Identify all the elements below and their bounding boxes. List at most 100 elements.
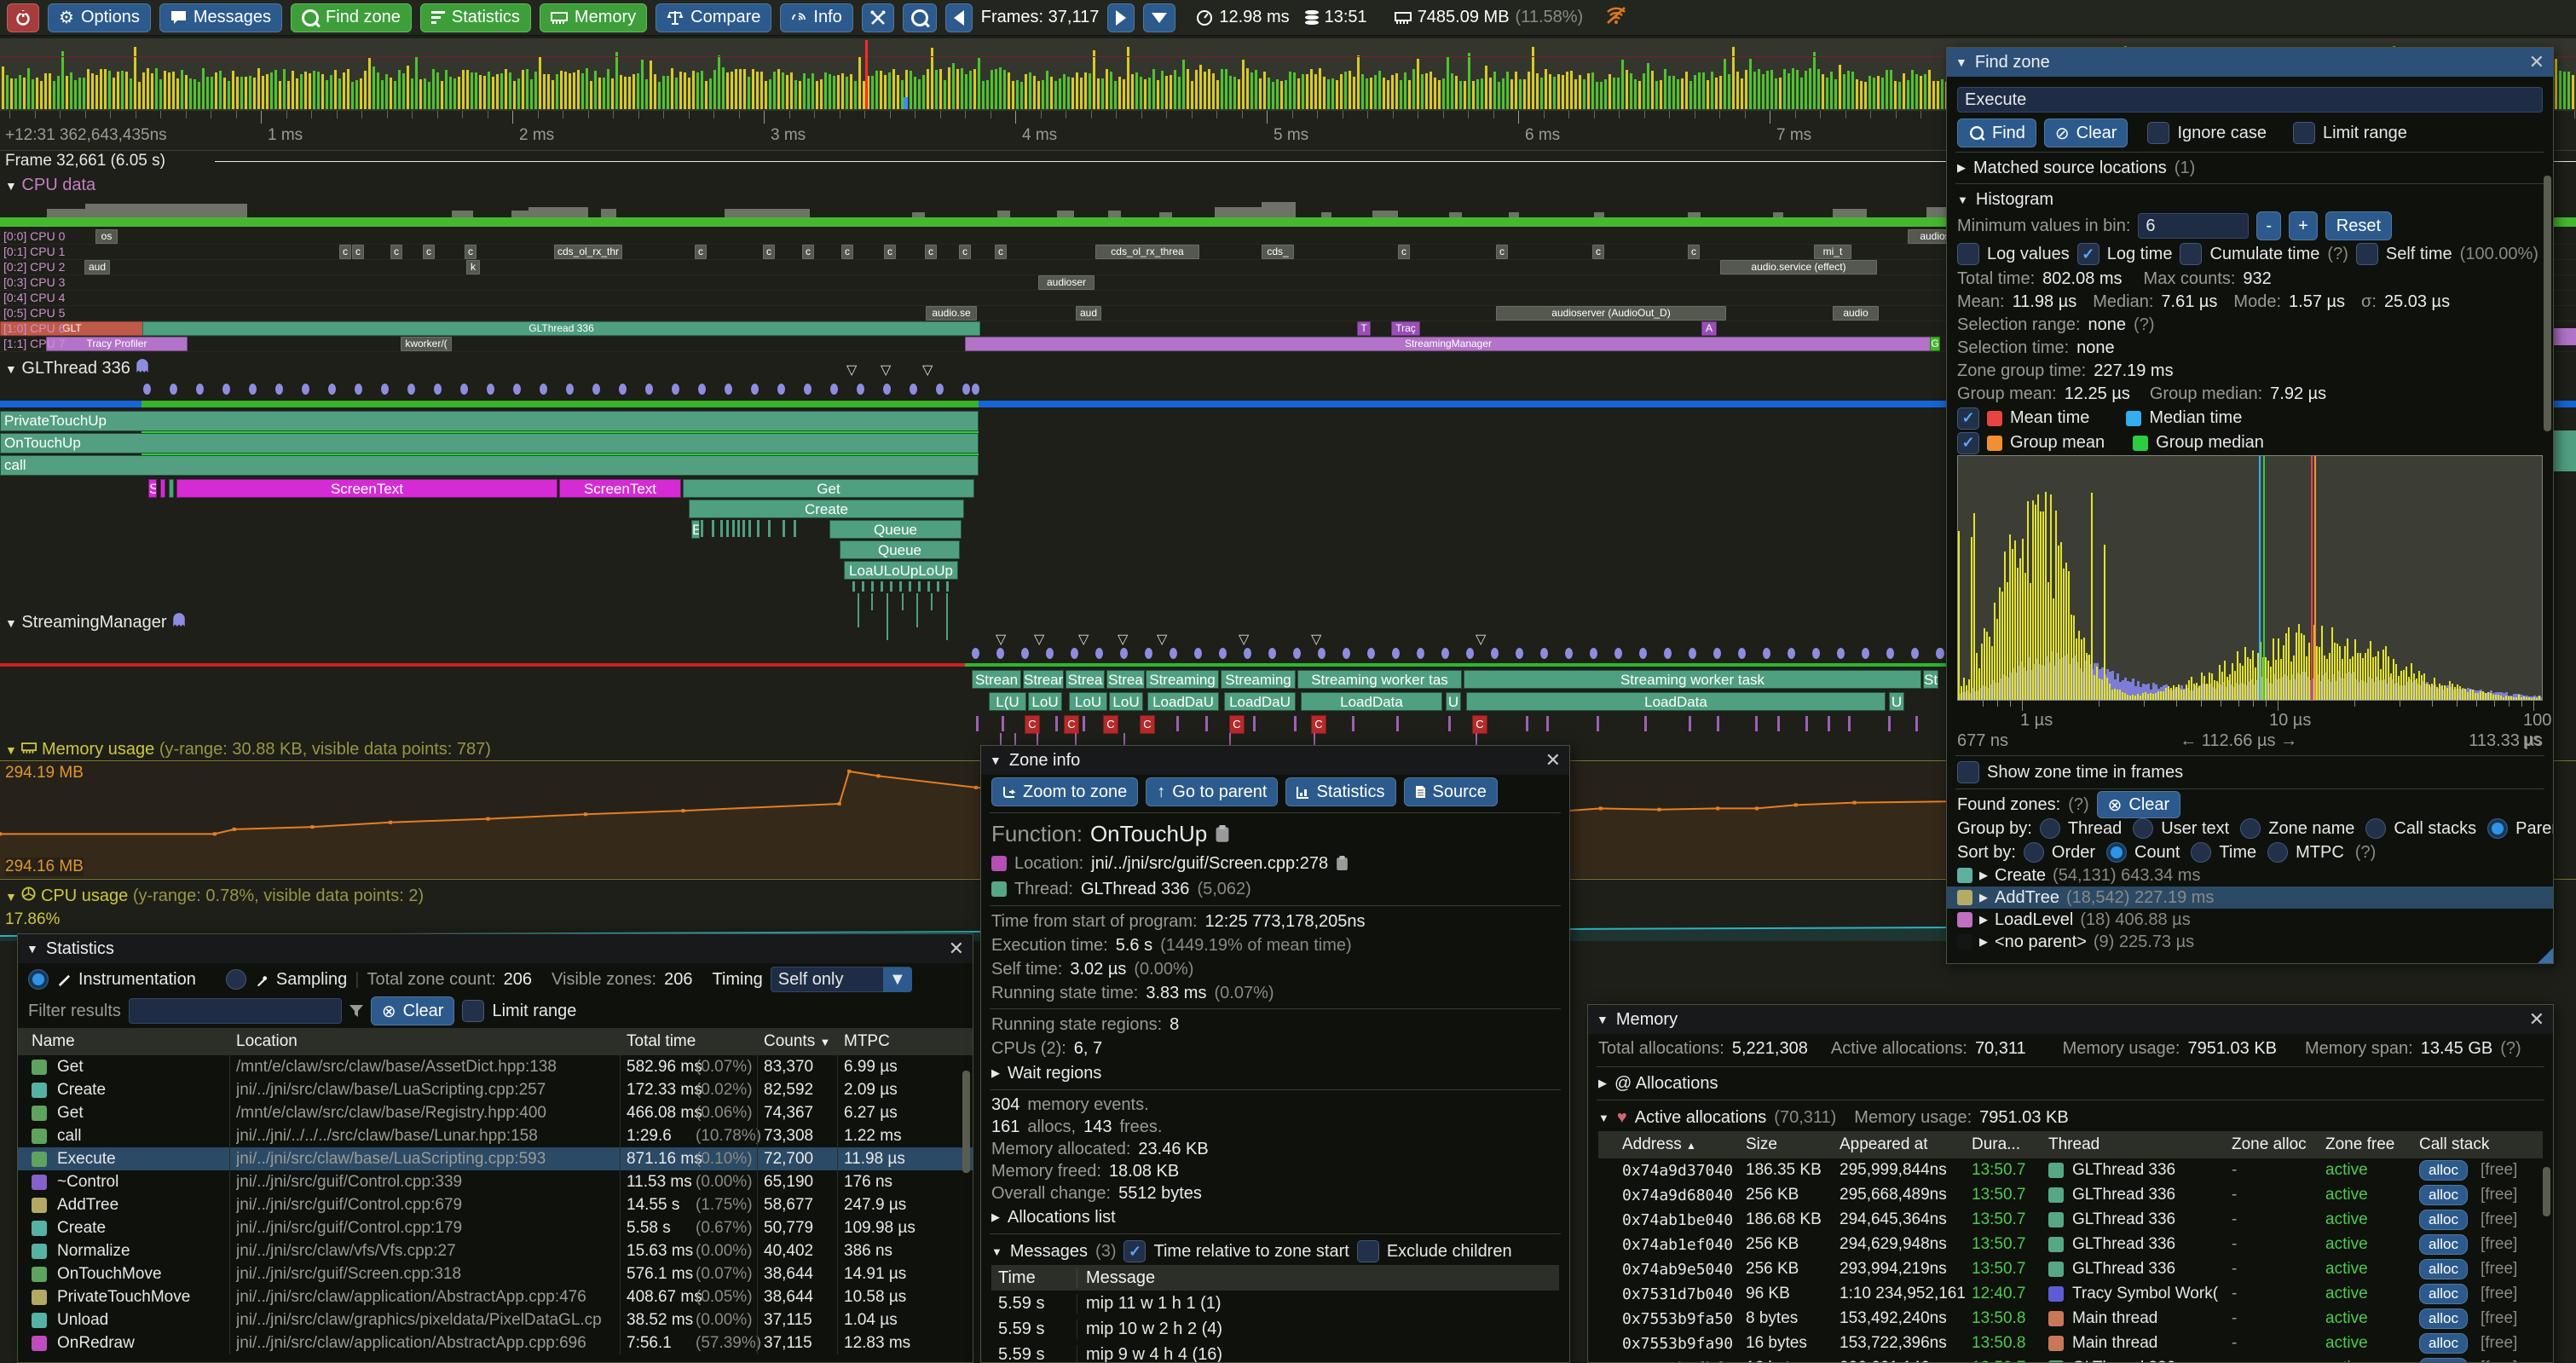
lock-dot-icon[interactable] [751, 384, 759, 395]
show-zone-frames-checkbox[interactable]: ✓ [1957, 761, 1979, 783]
streaming-zone[interactable]: LoU [1109, 692, 1143, 711]
col-total-time[interactable]: Total time [627, 1032, 696, 1051]
cpu-zone-chip[interactable]: T [1357, 321, 1371, 336]
glthread-zone[interactable]: ScreenText [559, 479, 681, 498]
allocation-row[interactable]: 0x74ab1be040 186.68 KB 294,645,364ns 13:… [1598, 1208, 2543, 1233]
alloc-callstack-button[interactable]: alloc [2419, 1259, 2468, 1279]
alloc-callstack-button[interactable]: alloc [2419, 1333, 2468, 1354]
cpu-zone-chip[interactable]: c [1496, 245, 1508, 259]
lock-dot-icon[interactable] [645, 384, 653, 395]
close-icon[interactable]: ✕ [2529, 1008, 2544, 1031]
group-mean-checkbox[interactable]: ✓ [1957, 432, 1979, 454]
lock-dot-icon[interactable] [170, 384, 177, 395]
lock-dot-icon[interactable] [1565, 648, 1573, 659]
error-chip[interactable]: C [1311, 715, 1326, 734]
glthread-stack-zone[interactable]: call [0, 455, 979, 476]
lock-dot-icon[interactable] [1614, 648, 1622, 659]
glthread-zone[interactable] [160, 479, 165, 498]
streaming-zone[interactable]: Streaming worker task [1464, 670, 1921, 689]
allocation-row[interactable]: 0x7553b9fa50 8 bytes 153,492,240ns 13:50… [1598, 1307, 2543, 1331]
cpu-zone-chip[interactable]: c [352, 245, 364, 259]
cpu-zone-chip[interactable]: c [465, 245, 477, 259]
lock-dot-icon[interactable] [1021, 648, 1029, 659]
lock-dot-icon[interactable] [972, 648, 979, 659]
found-zone-row[interactable]: ▶ <no parent> (9) 225.73 µs [1947, 931, 2553, 953]
message-row[interactable]: 5.59 s mip 11 w 1 h 1 (1) [991, 1291, 1559, 1316]
col-call-stack[interactable]: Call stack [2419, 1135, 2489, 1154]
cpu-zone-chip[interactable]: audioserver (AudioOut_D) [1496, 306, 1726, 321]
shutdown-button[interactable] [7, 3, 39, 32]
lock-dot-icon[interactable] [972, 384, 979, 395]
funnel-icon[interactable] [349, 1005, 363, 1017]
statistics-row[interactable]: Get /mnt/e/claw/src/claw/base/AssetDict.… [18, 1055, 973, 1078]
allocations-section-toggle[interactable]: ▶@ Allocations [1588, 1071, 2553, 1096]
allocation-row[interactable]: 0x7553b9fbf0 16 bytes 296,661,146ns 13:5… [1598, 1356, 2543, 1363]
streaming-zone[interactable]: LoadData [1466, 692, 1886, 711]
sort-by-radio-count[interactable] [2106, 842, 2127, 863]
lock-dot-icon[interactable] [1367, 648, 1375, 659]
collapsed-marker-icon[interactable]: ▽ [922, 361, 933, 378]
mean-time-checkbox[interactable]: ✓ [1957, 407, 1979, 430]
group-by-radio-user-text[interactable] [2133, 818, 2153, 839]
statistics-titlebar[interactable]: ▼Statistics ✕ [18, 934, 973, 963]
lock-dot-icon[interactable] [1046, 648, 1054, 659]
col-thread[interactable]: Thread [2048, 1135, 2099, 1154]
close-icon[interactable]: ✕ [1545, 749, 1561, 771]
lock-dot-icon[interactable] [1590, 648, 1597, 659]
col-time[interactable]: Time [998, 1268, 1077, 1288]
cpu-zone-chip[interactable]: GLThread 336 [142, 321, 980, 336]
streaming-zone[interactable]: LoU [1069, 692, 1107, 711]
cpu-zone-chip[interactable]: mi_t [1814, 245, 1851, 259]
cpu-zone-chip[interactable]: c [339, 245, 351, 259]
streaming-zone[interactable]: LoadDaU [1224, 692, 1296, 711]
source-button[interactable]: Source [1404, 777, 1498, 806]
memory-scrollbar[interactable] [2543, 1167, 2550, 1216]
lock-dot-icon[interactable] [996, 648, 1004, 659]
lock-dot-icon[interactable] [1664, 648, 1672, 659]
glthread-zone[interactable]: LoaULoUpLoUp [844, 561, 958, 580]
cpu-zone-chip[interactable]: A [1701, 321, 1717, 336]
cpu-zone-chip[interactable]: audio.service (effect) [1720, 260, 1877, 274]
zone-time-histogram[interactable] [1957, 455, 2543, 701]
clear-button[interactable]: ⊘Clear [2044, 118, 2128, 147]
cpu-zone-chip[interactable]: aud [1076, 306, 1101, 321]
streaming-zone[interactable]: LoU [1028, 692, 1062, 711]
col-size[interactable]: Size [1746, 1135, 1777, 1154]
clipboard-icon[interactable] [1215, 825, 1230, 843]
lock-dot-icon[interactable] [1713, 648, 1721, 659]
cpu-zone-chip[interactable]: cds_ol_rx_thr [554, 245, 622, 259]
glthread-zone[interactable]: Queue [829, 520, 962, 539]
lock-dot-icon[interactable] [1417, 648, 1424, 659]
bin-reset-button[interactable]: Reset [2325, 211, 2392, 240]
error-chip[interactable]: C [1025, 715, 1040, 734]
collapsed-marker-icon[interactable]: ▽ [1157, 631, 1167, 648]
lock-dot-icon[interactable] [804, 384, 811, 395]
cpu-zone-chip[interactable]: c [925, 245, 937, 259]
lock-dot-icon[interactable] [1095, 648, 1103, 659]
statistics-row[interactable]: AddTree jni/../jni/src/guif/Control.cpp:… [18, 1193, 973, 1216]
cpu-zone-chip[interactable]: c [763, 245, 775, 259]
lock-dot-icon[interactable] [1911, 648, 1919, 659]
allocation-row[interactable]: 0x74a9d37040 186.35 KB 295,999,844ns 13:… [1598, 1158, 2543, 1183]
lock-dot-icon[interactable] [1516, 648, 1523, 659]
cpu-zone-chip[interactable]: c [802, 245, 814, 259]
allocation-row[interactable]: 0x74a9d68040 256 KB 295,668,489ns 13:50.… [1598, 1183, 2543, 1208]
log-time-checkbox[interactable]: ✓ [2077, 243, 2099, 265]
statistics-row[interactable]: OnTouchMove jni/../jni/src/guif/Screen.c… [18, 1262, 973, 1285]
message-row[interactable]: 5.59 s mip 9 w 4 h 4 (16) [991, 1342, 1559, 1363]
lock-dot-icon[interactable] [1491, 648, 1499, 659]
expand-icon[interactable]: ▶ [1979, 935, 1988, 949]
sort-by-radio-time[interactable] [2191, 842, 2211, 863]
tools-button[interactable] [862, 3, 894, 32]
info-button[interactable]: Info [780, 3, 852, 32]
streaming-zone[interactable]: U [1446, 692, 1461, 711]
collapsed-marker-icon[interactable]: ▽ [846, 361, 857, 378]
lock-dot-icon[interactable] [910, 384, 917, 395]
min-bin-input[interactable] [2138, 213, 2249, 239]
statistics-row[interactable]: PrivateTouchMove jni/../jni/src/claw/app… [18, 1285, 973, 1308]
message-row[interactable]: 5.59 s mip 10 w 2 h 2 (4) [991, 1316, 1559, 1342]
self-time-checkbox[interactable]: ✓ [2356, 243, 2378, 265]
zoom-to-zone-button[interactable]: Zoom to zone [991, 777, 1138, 806]
cpu-zone-chip[interactable]: aud [84, 260, 110, 274]
error-chip[interactable]: C [1472, 715, 1487, 734]
